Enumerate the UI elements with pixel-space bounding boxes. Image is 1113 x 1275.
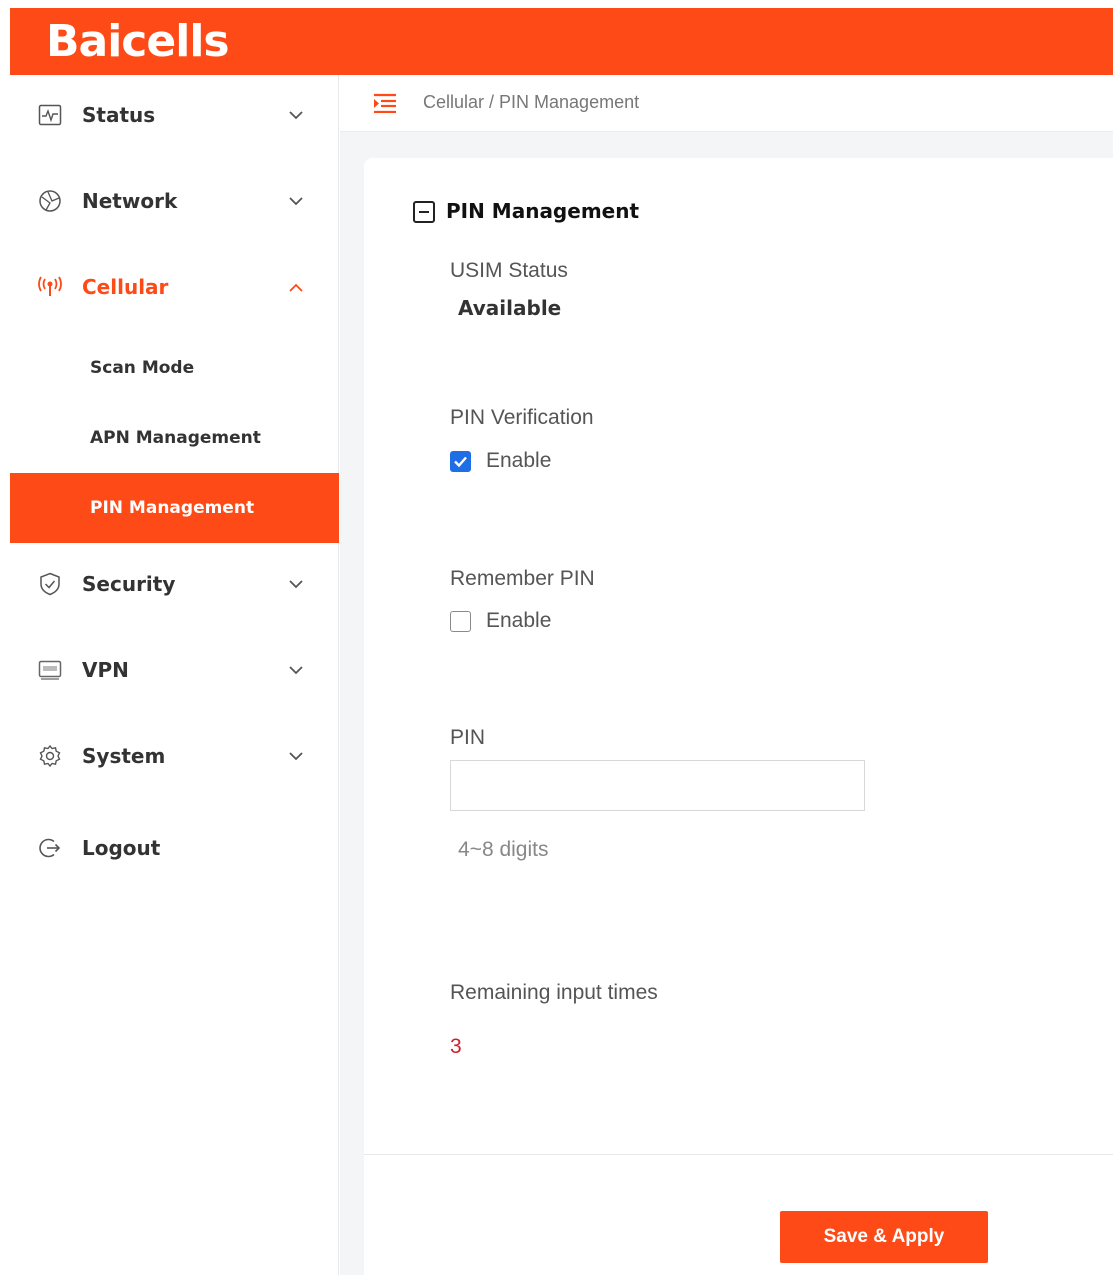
chevron-down-icon [286,746,306,766]
remember-pin-label: Remember PIN [450,567,595,590]
pin-label: PIN [450,726,486,749]
sidebar-subitem-label: APN Management [90,428,261,448]
shield-check-icon [37,571,63,597]
remember-pin-checkbox[interactable] [450,611,471,632]
sidebar-subitem-label: Scan Mode [90,358,195,378]
footer-divider [364,1154,1113,1155]
save-apply-button[interactable]: Save & Apply [780,1211,988,1263]
breadcrumb: Cellular / PIN Management [423,92,640,112]
menu-collapse-icon[interactable] [373,93,397,114]
usim-status-label: USIM Status [450,259,568,282]
sidebar-subitem-apn-management[interactable]: APN Management [10,403,339,473]
pin-input[interactable] [450,760,865,811]
vpn-icon [37,657,63,683]
sidebar-subitem-label: PIN Management [90,498,255,518]
sidebar-item-system[interactable]: System [10,726,339,786]
pin-verification-label: PIN Verification [450,406,594,429]
antenna-signal-icon [37,274,63,300]
sidebar-subitem-pin-management[interactable]: PIN Management [10,473,339,543]
sidebar-item-label: Logout [82,836,161,860]
remember-pin-option-label[interactable]: Enable [486,609,551,633]
sidebar-item-label: Status [82,103,156,127]
sidebar-item-label: VPN [82,658,129,682]
chevron-down-icon [286,574,306,594]
settings-card [364,158,1113,1275]
logout-icon [37,835,63,861]
sidebar-item-cellular[interactable]: Cellular [10,257,339,317]
sidebar-item-label: System [82,744,166,768]
sidebar-item-vpn[interactable]: VPN [10,640,339,700]
chevron-down-icon [286,660,306,680]
sidebar-item-label: Cellular [82,275,169,299]
app-header: Baicells [10,8,1113,75]
sidebar-item-network[interactable]: Network [10,171,339,231]
remaining-input-times-label: Remaining input times [450,981,658,1004]
sidebar-item-status[interactable]: Status [10,85,339,145]
pin-verification-checkbox[interactable] [450,451,471,472]
chevron-up-icon [286,277,306,297]
chevron-down-icon [286,191,306,211]
baicells-logo: Baicells [46,16,230,67]
chevron-down-icon [286,105,306,125]
usim-status-value: Available [458,296,562,320]
section-title: PIN Management [446,199,640,223]
sidebar-item-label: Network [82,189,178,213]
activity-monitor-icon [37,102,63,128]
sidebar: Status Network Cellular Scan Mode APN Ma… [10,75,339,1275]
sidebar-item-security[interactable]: Security [10,554,339,614]
pin-hint: 4~8 digits [458,838,549,861]
gear-icon [37,743,63,769]
sidebar-subitem-scan-mode[interactable]: Scan Mode [10,333,339,403]
sidebar-item-logout[interactable]: Logout [10,818,339,878]
collapse-section-icon[interactable] [413,201,435,223]
remaining-input-times-value: 3 [450,1035,462,1058]
sidebar-item-label: Security [82,572,176,596]
pin-verification-option-label[interactable]: Enable [486,449,551,473]
top-bar: Cellular / PIN Management [340,75,1113,132]
globe-icon [37,188,63,214]
